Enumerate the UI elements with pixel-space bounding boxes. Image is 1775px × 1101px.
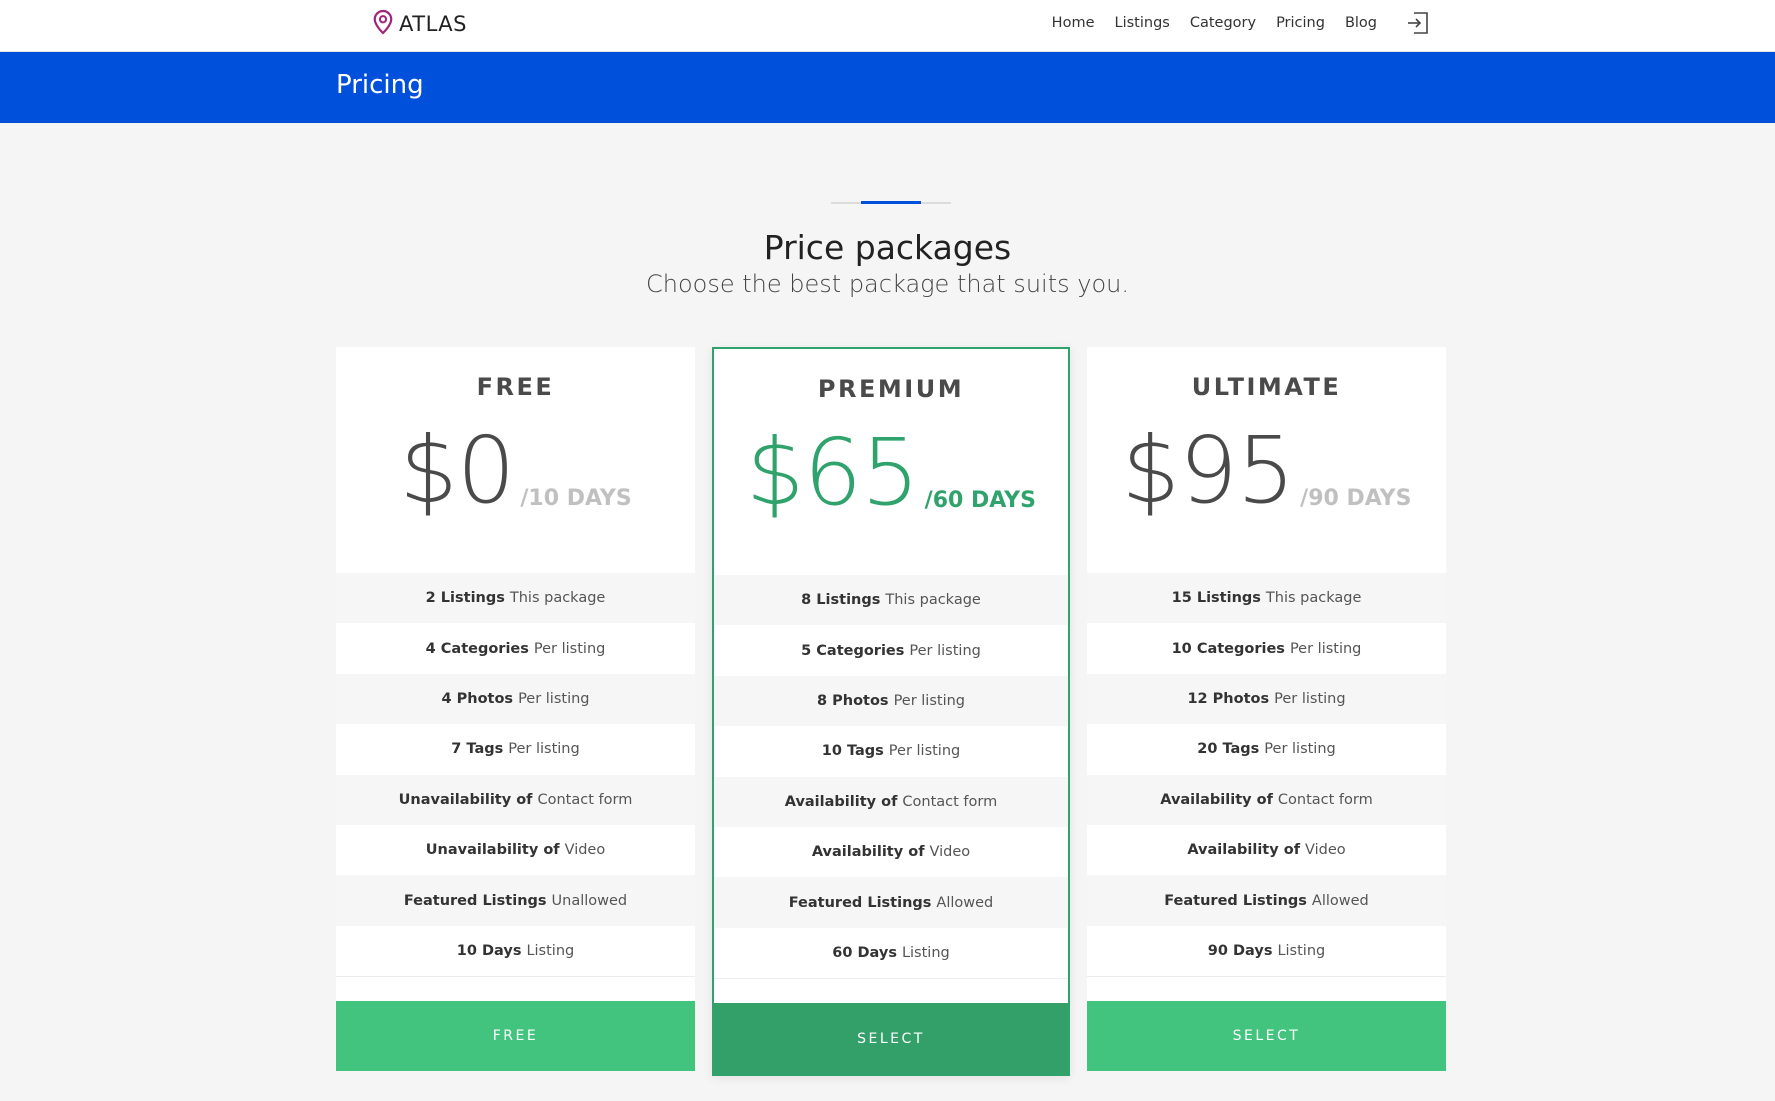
feature-list: 8 Listings This package 5 Categories Per l… xyxy=(714,575,1068,979)
card-header: ULTIMATE $95 /90 DAYS xyxy=(1087,347,1446,573)
select-premium-button[interactable]: SELECT xyxy=(714,1003,1068,1075)
feature-item: 10 Days Listing xyxy=(336,925,695,977)
feature-item: 20 Tags Per listing xyxy=(1087,724,1446,775)
feature-item: 5 Categories Per listing xyxy=(714,625,1068,676)
pricing-card-free: FREE $0 /10 DAYS 2 Listings This package … xyxy=(336,347,695,1072)
section-title: Price packages xyxy=(763,228,1012,267)
divider-accent xyxy=(861,201,921,204)
free-button[interactable]: FREE xyxy=(336,1001,695,1072)
page-banner: Pricing xyxy=(0,52,1775,123)
select-ultimate-button[interactable]: SELECT xyxy=(1087,1001,1446,1072)
nav-category[interactable]: Category xyxy=(1190,15,1256,31)
feature-item: Featured Listings Allowed xyxy=(714,877,1068,928)
feature-item: 8 Listings This package xyxy=(714,575,1068,626)
feature-item: 90 Days Listing xyxy=(1087,925,1446,977)
pricing-card-premium: PREMIUM $65 /60 DAYS 8 Listings This pack… xyxy=(712,347,1070,1077)
nav-listings[interactable]: Listings xyxy=(1115,15,1170,31)
top-navbar: ATLAS Home Listings Category Pricing Blo… xyxy=(0,0,1775,52)
feature-item: 8 Photos Per listing xyxy=(714,675,1068,727)
nav-blog[interactable]: Blog xyxy=(1345,15,1377,31)
pricing-card-ultimate: ULTIMATE $95 /90 DAYS 15 Listings This pa… xyxy=(1087,347,1446,1072)
feature-item: 7 Tags Per listing xyxy=(336,724,695,775)
feature-item: Unavailability of Video xyxy=(336,824,695,876)
plan-name: ULTIMATE xyxy=(1191,373,1342,401)
login-icon[interactable] xyxy=(1405,10,1431,36)
plan-name: FREE xyxy=(476,373,555,401)
plan-price: $0 xyxy=(399,417,515,524)
feature-item: Featured Listings Allowed xyxy=(1087,875,1446,926)
feature-item: Availability of Video xyxy=(1087,824,1446,876)
feature-item: 60 Days Listing xyxy=(714,927,1068,979)
feature-item: Availability of Contact form xyxy=(1087,774,1446,825)
price-row: $95 /90 DAYS xyxy=(1087,425,1446,517)
feature-item: 4 Categories Per listing xyxy=(336,623,695,674)
plan-price: $95 xyxy=(1121,417,1296,524)
feature-spacer xyxy=(1087,976,1446,1002)
feature-spacer xyxy=(714,978,1068,1004)
logo[interactable]: ATLAS xyxy=(372,9,467,39)
feature-item: 15 Listings This package xyxy=(1087,573,1446,624)
plan-price: $65 xyxy=(746,419,920,526)
feature-item: Unavailability of Contact form xyxy=(336,774,695,825)
feature-item: 10 Categories Per listing xyxy=(1087,623,1446,674)
feature-spacer xyxy=(336,976,695,1002)
feature-item: 2 Listings This package xyxy=(336,573,695,624)
feature-item: Availability of Contact form xyxy=(714,776,1068,827)
section-divider xyxy=(831,201,951,204)
plan-period: /60 DAYS xyxy=(924,488,1036,513)
feature-item: 4 Photos Per listing xyxy=(336,673,695,725)
feature-item: 12 Photos Per listing xyxy=(1087,673,1446,725)
card-header: FREE $0 /10 DAYS xyxy=(336,347,695,573)
feature-item: 10 Tags Per listing xyxy=(714,726,1068,777)
feature-item: Availability of Video xyxy=(714,826,1068,878)
page-title: Pricing xyxy=(336,70,424,100)
plan-name: PREMIUM xyxy=(817,375,965,403)
plan-period: /90 DAYS xyxy=(1300,486,1412,511)
logo-text: ATLAS xyxy=(399,12,467,36)
price-row: $65 /60 DAYS xyxy=(714,427,1068,519)
nav-home[interactable]: Home xyxy=(1052,15,1095,31)
plan-period: /10 DAYS xyxy=(520,486,632,511)
section-subtitle: Choose the best package that suits you. xyxy=(646,270,1129,298)
feature-item: Featured Listings Unallowed xyxy=(336,875,695,926)
main-nav: Home Listings Category Pricing Blog xyxy=(1032,0,1431,46)
map-pin-icon xyxy=(372,9,394,39)
nav-pricing[interactable]: Pricing xyxy=(1276,15,1325,31)
price-row: $0 /10 DAYS xyxy=(336,425,695,517)
card-header: PREMIUM $65 /60 DAYS xyxy=(714,349,1068,575)
feature-list: 15 Listings This package 10 Categories Per… xyxy=(1087,573,1446,977)
feature-list: 2 Listings This package 4 Categories Per l… xyxy=(336,573,695,977)
